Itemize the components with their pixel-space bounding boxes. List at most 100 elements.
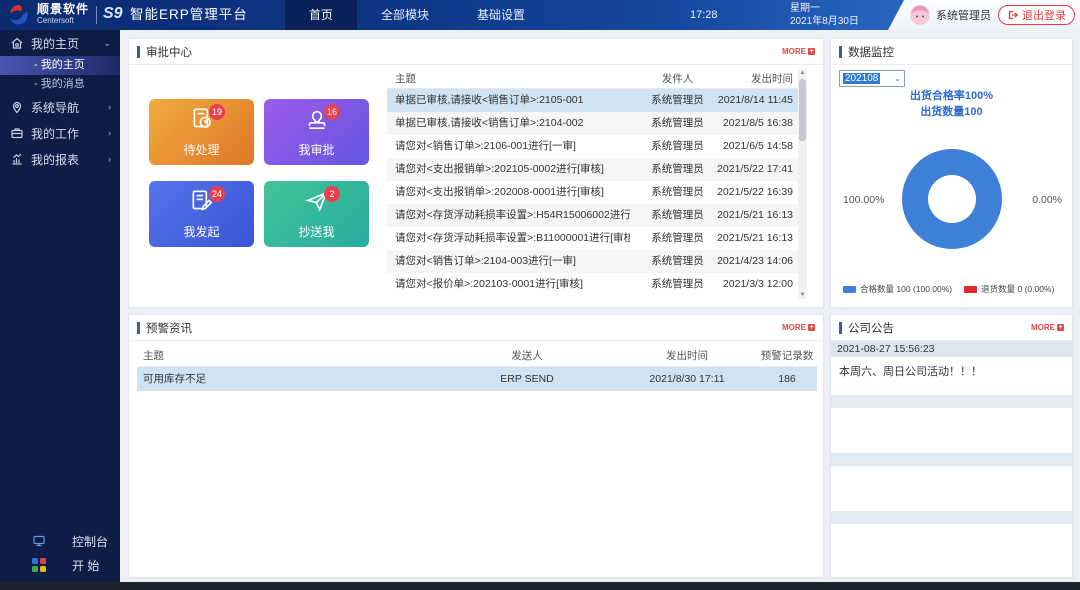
col-sender: 发件人 — [635, 69, 720, 89]
nav-tab-basic-settings[interactable]: 基础设置 — [453, 0, 549, 30]
pass-rate-stat: 出货合格率100% — [831, 87, 1072, 103]
legend-swatch-blue — [843, 286, 856, 293]
start-button[interactable]: 开 始 — [0, 554, 120, 576]
donut-chart — [902, 149, 1002, 249]
tile-pending[interactable]: 19 待处理 — [149, 99, 254, 165]
tile-my-approvals[interactable]: 16 我审批 — [264, 99, 369, 165]
period-selected-value: 202108 — [843, 73, 880, 84]
table-scrollbar[interactable]: ▲ ▼ — [798, 69, 807, 299]
more-plus-icon: + — [1057, 324, 1064, 331]
cell-subject: 请您对<存货浮动耗损率设置>:B11000001进行[审核] — [395, 227, 630, 250]
current-user-name: 系统管理员 — [936, 7, 991, 23]
table-row[interactable]: 请您对<存货浮动耗损率设置>:B11000001进行[审核] 系统管理员 202… — [387, 227, 807, 250]
table-row[interactable]: 请您对<存货浮动耗损率设置>:H54R15006002进行[审核] 系统管理员 … — [387, 204, 807, 227]
accent-bar — [839, 322, 842, 334]
announcement-content[interactable]: 本周六、周日公司活动！！！ — [831, 357, 1072, 385]
table-row[interactable]: 请您对<支出报销单>:202008-0001进行[审核] 系统管理员 2021/… — [387, 181, 807, 204]
table-row[interactable]: 请您对<销售订单>:2104-003进行[一审] 系统管理员 2021/4/23… — [387, 250, 807, 273]
col-sent-time: 发出时间 — [717, 69, 793, 89]
legend-label: 退货数量 0 (0.00%) — [981, 283, 1054, 295]
alerts-panel-title: 预警资讯 — [146, 320, 192, 336]
more-label: MORE — [782, 47, 806, 56]
start-label: 开 始 — [72, 557, 99, 574]
table-row[interactable]: 单据已审核,请接收<销售订单>:2104-002 系统管理员 2021/8/5 … — [387, 112, 807, 135]
scroll-down-icon[interactable]: ▼ — [798, 292, 807, 298]
weekday-label: 星期一 — [790, 2, 859, 15]
period-select[interactable]: 202108 ⌄ — [839, 70, 905, 87]
cell-sender: 系统管理员 — [635, 89, 720, 112]
announcements-panel-title: 公司公告 — [848, 320, 894, 336]
announcements-panel-header: 公司公告 MORE + — [831, 315, 1072, 341]
shipment-qty-stat: 出货数量100 — [831, 103, 1072, 119]
avatar-face-icon — [910, 5, 930, 25]
scroll-up-icon[interactable]: ▲ — [798, 70, 807, 76]
cell-sender: ERP SEND — [467, 367, 587, 391]
sidebar-item-label: 我的主页 — [31, 35, 79, 52]
cell-subject: 可用库存不足 — [143, 367, 463, 391]
monitor-panel-header: 数据监控 — [831, 39, 1072, 65]
brand-subtitle: Centersoft — [37, 15, 89, 27]
cell-sender: 系统管理员 — [635, 250, 720, 273]
sidebar-item-system-nav[interactable]: 系统导航 › — [0, 94, 120, 120]
nav-tab-home[interactable]: 首页 — [285, 0, 357, 30]
approval-more-link[interactable]: MORE + — [782, 47, 815, 56]
empty-announcement-slot — [831, 511, 1072, 524]
tile-initiated-by-me[interactable]: 24 我发起 — [149, 181, 254, 247]
start-icon — [32, 558, 46, 572]
sidebar-item-my-home[interactable]: 我的主页 ⌄ — [0, 30, 120, 56]
table-row[interactable]: 请您对<销售订单>:2106-001进行[一审] 系统管理员 2021/6/5 … — [387, 135, 807, 158]
approval-center-panel: 审批中心 MORE + 19 待处理 16 我审批 — [128, 38, 824, 308]
data-monitor-panel: 数据监控 202108 ⌄ 出货合格率100% 出货数量100 100.00% … — [830, 38, 1073, 308]
cell-subject: 请您对<报价单>:202103-0001进行[审核] — [395, 273, 630, 296]
console-icon — [32, 534, 46, 548]
legend-label: 合格数量 100 (100.00%) — [860, 283, 952, 295]
console-button[interactable]: 控制台 — [0, 530, 120, 552]
cc-count-badge: 2 — [324, 186, 340, 202]
brand-name: 顺景软件 — [37, 3, 89, 15]
cell-time: 2021/5/22 16:39 — [717, 181, 793, 204]
brand-divider — [96, 6, 97, 24]
chevron-right-icon: › — [108, 128, 111, 138]
sidebar-item-label: 我的报表 — [31, 151, 79, 168]
table-row[interactable]: 可用库存不足 ERP SEND 2021/8/30 17:11 186 — [137, 367, 817, 391]
alerts-panel: 预警资讯 MORE + 主题 发送人 发出时间 预警记录数 可用库存不足 ERP… — [128, 314, 824, 578]
cell-time: 2021/5/21 16:13 — [717, 204, 793, 227]
cell-sender: 系统管理员 — [635, 181, 720, 204]
alerts-table-header: 主题 发送人 发出时间 预警记录数 — [137, 345, 817, 367]
col-subject: 主题 — [395, 69, 630, 89]
approval-table: 主题 发件人 发出时间 单据已审核,请接收<销售订单>:2105-001 系统管… — [387, 69, 807, 299]
console-label: 控制台 — [72, 533, 108, 550]
sidebar-subitem-my-messages[interactable]: - 我的消息 — [0, 75, 120, 94]
initiated-count-badge: 24 — [209, 186, 225, 202]
sidebar-subitem-my-home[interactable]: - 我的主页 — [0, 56, 120, 75]
cell-subject: 请您对<销售订单>:2104-003进行[一审] — [395, 250, 630, 273]
table-row[interactable]: 请您对<报价单>:202103-0001进行[审核] 系统管理员 2021/3/… — [387, 273, 807, 296]
cell-sender: 系统管理员 — [635, 227, 720, 250]
table-row[interactable]: 请您对<支出报销单>:202105-0002进行[审核] 系统管理员 2021/… — [387, 158, 807, 181]
chevron-down-icon: ⌄ — [103, 38, 111, 49]
sidebar-item-my-reports[interactable]: 我的报表 › — [0, 146, 120, 172]
tile-label: 我发起 — [149, 223, 254, 240]
my-approvals-count-badge: 16 — [324, 104, 340, 120]
cell-time: 2021/6/5 14:58 — [717, 135, 793, 158]
accent-bar — [839, 46, 842, 58]
col-sent-time: 发出时间 — [617, 345, 757, 367]
avatar[interactable] — [910, 5, 930, 25]
cell-sender: 系统管理员 — [635, 112, 720, 135]
monitor-panel-title: 数据监控 — [848, 44, 894, 60]
briefcase-icon — [10, 126, 24, 140]
cell-time: 2021/5/21 16:13 — [717, 227, 793, 250]
cell-subject: 请您对<支出报销单>:202008-0001进行[审核] — [395, 181, 630, 204]
table-row[interactable]: 单据已审核,请接收<销售订单>:2105-001 系统管理员 2021/8/14… — [387, 89, 807, 112]
scrollbar-thumb[interactable] — [799, 79, 806, 141]
clock-time: 17:28 — [690, 0, 718, 30]
logout-button[interactable]: 退出登录 — [998, 5, 1075, 25]
accent-bar — [137, 46, 140, 58]
announcements-more-link[interactable]: MORE + — [1031, 323, 1064, 332]
chevron-down-icon: ⌄ — [894, 74, 901, 83]
chart-legend: 合格数量 100 (100.00%) 退货数量 0 (0.00%) — [843, 283, 1054, 295]
tile-cc-to-me[interactable]: 2 抄送我 — [264, 181, 369, 247]
sidebar-item-my-work[interactable]: 我的工作 › — [0, 120, 120, 146]
nav-tab-all-modules[interactable]: 全部模块 — [357, 0, 453, 30]
alerts-more-link[interactable]: MORE + — [782, 323, 815, 332]
